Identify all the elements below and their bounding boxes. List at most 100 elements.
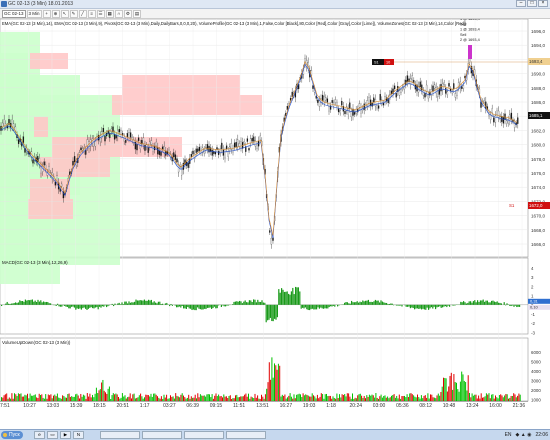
candle [139, 143, 141, 149]
candle [40, 166, 42, 174]
grid-icon[interactable]: ▦ [105, 9, 114, 18]
maximize-button[interactable]: □ [527, 0, 537, 7]
lines-icon[interactable]: ≡ [87, 9, 96, 18]
zoom-icon[interactable]: ⊕ [51, 9, 60, 18]
draw-icon[interactable]: ╱ [78, 9, 87, 18]
macd-histogram-bar [93, 304, 95, 309]
volume-bar [38, 393, 40, 401]
interval-selector[interactable]: 3 Min [26, 9, 42, 18]
volume-tick-label: 2000 [531, 388, 541, 393]
volume-bar [105, 392, 106, 401]
macd-histogram-bar [15, 302, 17, 305]
macd-histogram-bar [253, 299, 255, 305]
tray-icons[interactable]: ◆ ▲ ◉ [516, 431, 532, 439]
macd-histogram-bar [442, 304, 444, 308]
candle [72, 160, 74, 166]
macd-histogram-bar [103, 304, 105, 307]
macd-histogram-bar [89, 304, 91, 308]
close-button[interactable]: × [538, 0, 548, 7]
macd-histogram-bar [355, 302, 357, 305]
macd-histogram-bar [261, 300, 263, 305]
volume-bar [298, 393, 300, 401]
volume-bar [488, 393, 490, 401]
time-tick-label: 08:12 [419, 403, 432, 409]
candle [445, 88, 447, 94]
macd-histogram-bar [149, 300, 151, 305]
macd-histogram-bar [506, 303, 508, 305]
volume-bar [492, 394, 494, 401]
macd-histogram-bar [1, 304, 3, 307]
volume-bar [50, 394, 52, 401]
magnet-icon[interactable]: ∩ [114, 9, 123, 18]
macd-histogram-bar [138, 300, 140, 305]
chart-area[interactable]: 1696,01694,01692,01690,01688,01686,01684… [0, 17, 550, 410]
instrument-selector[interactable]: GC 02-13 [2, 9, 26, 18]
task-button[interactable] [100, 431, 140, 439]
volume-bar [209, 394, 210, 401]
macd-histogram-bar [202, 304, 204, 310]
macd-histogram-bar [257, 299, 259, 305]
macd-histogram-bar [72, 304, 74, 307]
macd-histogram-bar [29, 300, 31, 305]
macd-histogram-bar [331, 304, 333, 307]
pencil-icon[interactable]: ✎ [69, 9, 78, 18]
macd-histogram-bar [152, 302, 154, 305]
macd-histogram-bar [405, 304, 407, 307]
macd-histogram-bar [409, 304, 411, 309]
language-indicator[interactable]: EN [505, 431, 512, 439]
volume-bar [506, 394, 508, 401]
macd-histogram-bar [6, 301, 8, 305]
fib-icon[interactable]: ☰ [96, 9, 105, 18]
candle [246, 138, 249, 142]
trade-label: Sell [460, 33, 466, 37]
volume-zone [34, 117, 48, 137]
volume-bar [322, 394, 324, 401]
chart-svg[interactable]: 1696,01694,01692,01690,01688,01686,01684… [0, 17, 550, 410]
macd-histogram-bar [82, 304, 84, 309]
macd-histogram-bar [374, 299, 376, 305]
macd-histogram-bar [398, 304, 400, 306]
s1-label: S1 [509, 203, 515, 208]
ie-icon[interactable]: e [34, 431, 45, 439]
windows-taskbar: Пуск e ▭ ▶ N EN ◆ ▲ ◉ 22:06 [0, 429, 550, 440]
macd-histogram-bar [94, 304, 96, 308]
task-button[interactable] [142, 431, 182, 439]
volume-bar [456, 382, 457, 401]
macd-histogram-bar [373, 301, 375, 305]
candle [102, 128, 105, 133]
candle [355, 109, 357, 114]
crosshair-icon[interactable]: + [42, 9, 51, 18]
data-box-icon[interactable]: ▤ [132, 9, 142, 18]
macd-histogram-bar [387, 304, 389, 305]
minimize-button[interactable]: – [516, 0, 526, 7]
candle [61, 183, 63, 187]
task-button[interactable] [226, 431, 266, 439]
macd-histogram-bar [379, 302, 381, 305]
macd-histogram-bar [36, 301, 38, 305]
task-button[interactable] [184, 431, 224, 439]
macd-histogram-bar [429, 304, 431, 309]
macd-histogram-bar [365, 300, 367, 305]
volume-bar [197, 393, 199, 401]
macd-histogram-bar [216, 304, 218, 309]
explorer-icon[interactable]: ▭ [47, 431, 58, 439]
time-tick-label: 16:27 [279, 403, 293, 409]
start-button[interactable]: Пуск [1, 431, 23, 439]
volume-zone [30, 53, 68, 69]
ninja-icon[interactable]: N [73, 431, 84, 439]
macd-tick-label: -3 [531, 330, 535, 335]
volume-bar [344, 394, 346, 401]
volume-bar [437, 393, 439, 401]
clock[interactable]: 22:06 [535, 431, 548, 439]
media-icon[interactable]: ▶ [60, 431, 71, 439]
candle [337, 108, 340, 113]
volume-bar [441, 386, 443, 401]
macd-histogram-bar [17, 302, 19, 305]
macd-histogram-bar [194, 304, 196, 311]
pointer-icon[interactable]: ↖ [60, 9, 69, 18]
volume-bar [102, 379, 104, 401]
macd-histogram-bar [353, 302, 355, 305]
candle [328, 106, 330, 112]
properties-icon[interactable]: ⚙ [123, 9, 132, 18]
macd-histogram-bar [209, 304, 211, 308]
